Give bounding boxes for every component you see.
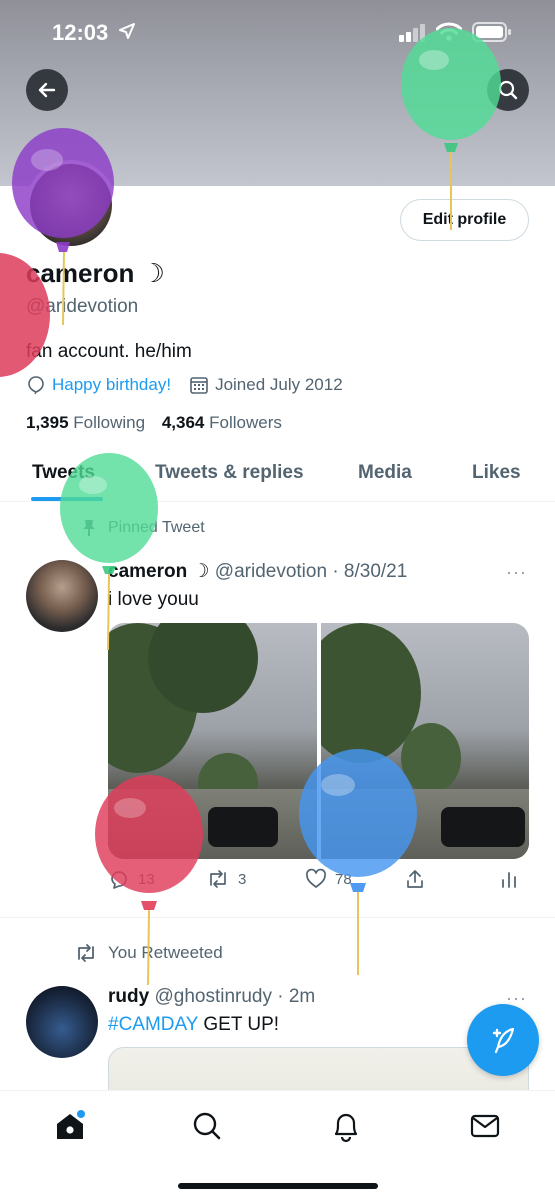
tweet-handle-time: @ghostinrudy · 2m bbox=[154, 986, 316, 1007]
profile-tabs: Tweets Tweets & replies Media Likes bbox=[0, 448, 555, 502]
profile-meta: Happy birthday! Joined July 2012 bbox=[26, 375, 343, 395]
active-tab-indicator bbox=[31, 497, 103, 501]
location-arrow-icon bbox=[119, 23, 135, 39]
tweet-photo-2[interactable] bbox=[320, 623, 529, 859]
tab-likes[interactable]: Likes bbox=[472, 462, 521, 484]
tweet-photo-1[interactable] bbox=[108, 623, 317, 859]
followers-count: 4,364 bbox=[161, 413, 205, 432]
pin-icon bbox=[83, 520, 95, 536]
tweet-text: #CAMDAY GET UP! bbox=[108, 1014, 279, 1036]
back-arrow-icon bbox=[38, 82, 56, 98]
home-indicator bbox=[178, 1183, 378, 1189]
status-time: 12:03 bbox=[52, 20, 109, 45]
tweet-media[interactable] bbox=[108, 623, 529, 859]
pinned-text: Pinned Tweet bbox=[108, 519, 205, 536]
tweet-text-body: GET UP! bbox=[198, 1014, 280, 1035]
profile-display-name: cameron ☽ bbox=[26, 258, 165, 288]
wifi-icon bbox=[436, 22, 462, 41]
search-button[interactable] bbox=[487, 69, 529, 111]
reply-count: 13 bbox=[138, 870, 155, 888]
tweet-actions: 13 3 78 bbox=[108, 868, 529, 898]
nav-home[interactable] bbox=[53, 1109, 87, 1148]
retweet-context: You Retweeted bbox=[74, 942, 223, 964]
retweet-icon bbox=[210, 870, 226, 888]
tweet-author-name[interactable]: rudy bbox=[108, 986, 149, 1007]
battery-icon bbox=[472, 22, 511, 42]
tweet-header: cameron ☽ @aridevotion · 8/30/21 bbox=[108, 560, 407, 583]
birthday-link[interactable]: Happy birthday! bbox=[52, 375, 171, 395]
mail-icon bbox=[470, 1114, 500, 1138]
analytics-icon bbox=[502, 872, 516, 888]
compose-tweet-button[interactable] bbox=[467, 1004, 539, 1076]
followers-stat[interactable]: 4,364 Followers bbox=[162, 413, 282, 432]
tweet-author-name[interactable]: cameron ☽ bbox=[108, 561, 210, 582]
like-count: 78 bbox=[335, 870, 352, 888]
tweet-header: rudy @ghostinrudy · 2m bbox=[108, 986, 315, 1008]
nav-messages[interactable] bbox=[468, 1109, 502, 1148]
profile-bio: fan account. he/him bbox=[26, 341, 192, 362]
tab-tweets[interactable]: Tweets bbox=[32, 462, 95, 484]
search-icon bbox=[193, 1112, 221, 1140]
hashtag-link[interactable]: #CAMDAY bbox=[108, 1014, 198, 1035]
share-icon bbox=[407, 870, 423, 888]
retweet-action[interactable]: 3 bbox=[206, 868, 246, 890]
tweet-text: i love youu bbox=[108, 589, 199, 610]
following-count: 1,395 bbox=[26, 413, 69, 432]
like-action[interactable]: 78 bbox=[305, 868, 352, 890]
search-icon bbox=[498, 80, 518, 100]
pinned-label: Pinned Tweet bbox=[80, 518, 205, 538]
reply-icon bbox=[111, 871, 127, 889]
bell-icon bbox=[334, 1113, 358, 1143]
balloon-icon bbox=[28, 376, 44, 395]
back-button[interactable] bbox=[26, 69, 68, 111]
home-icon bbox=[57, 1110, 85, 1139]
nav-notifications[interactable] bbox=[329, 1109, 363, 1148]
joined-date: Joined July 2012 bbox=[215, 375, 343, 394]
edit-profile-button[interactable]: Edit profile bbox=[400, 199, 529, 241]
reply-action[interactable]: 13 bbox=[108, 868, 155, 890]
tweet-avatar[interactable] bbox=[26, 560, 98, 632]
followers-label: Followers bbox=[209, 413, 282, 432]
analytics-action[interactable] bbox=[498, 868, 520, 890]
heart-icon bbox=[305, 868, 327, 888]
tab-media[interactable]: Media bbox=[358, 462, 412, 484]
tweet-avatar[interactable] bbox=[26, 986, 98, 1058]
calendar-icon bbox=[190, 377, 208, 394]
tweet-divider bbox=[0, 917, 555, 918]
retweet-context-icon bbox=[78, 944, 94, 962]
compose-feather-icon bbox=[492, 1027, 515, 1054]
cellular-signal-icon bbox=[399, 24, 425, 42]
profile-avatar[interactable] bbox=[26, 160, 116, 250]
nav-search[interactable] bbox=[190, 1109, 224, 1148]
tweet-handle-time: @aridevotion · 8/30/21 bbox=[214, 561, 408, 582]
more-options-icon[interactable]: ··· bbox=[506, 562, 527, 583]
follow-counts: 1,395 Following 4,364 Followers bbox=[26, 413, 282, 433]
retweet-context-text: You Retweeted bbox=[108, 943, 223, 962]
retweet-count: 3 bbox=[238, 870, 247, 888]
status-bar: 12:03 bbox=[0, 0, 555, 64]
following-stat[interactable]: 1,395 Following bbox=[26, 413, 145, 432]
profile-handle: @aridevotion bbox=[26, 296, 139, 317]
share-action[interactable] bbox=[404, 868, 426, 890]
following-label: Following bbox=[73, 413, 146, 432]
tab-tweets-and-replies[interactable]: Tweets & replies bbox=[155, 462, 304, 484]
